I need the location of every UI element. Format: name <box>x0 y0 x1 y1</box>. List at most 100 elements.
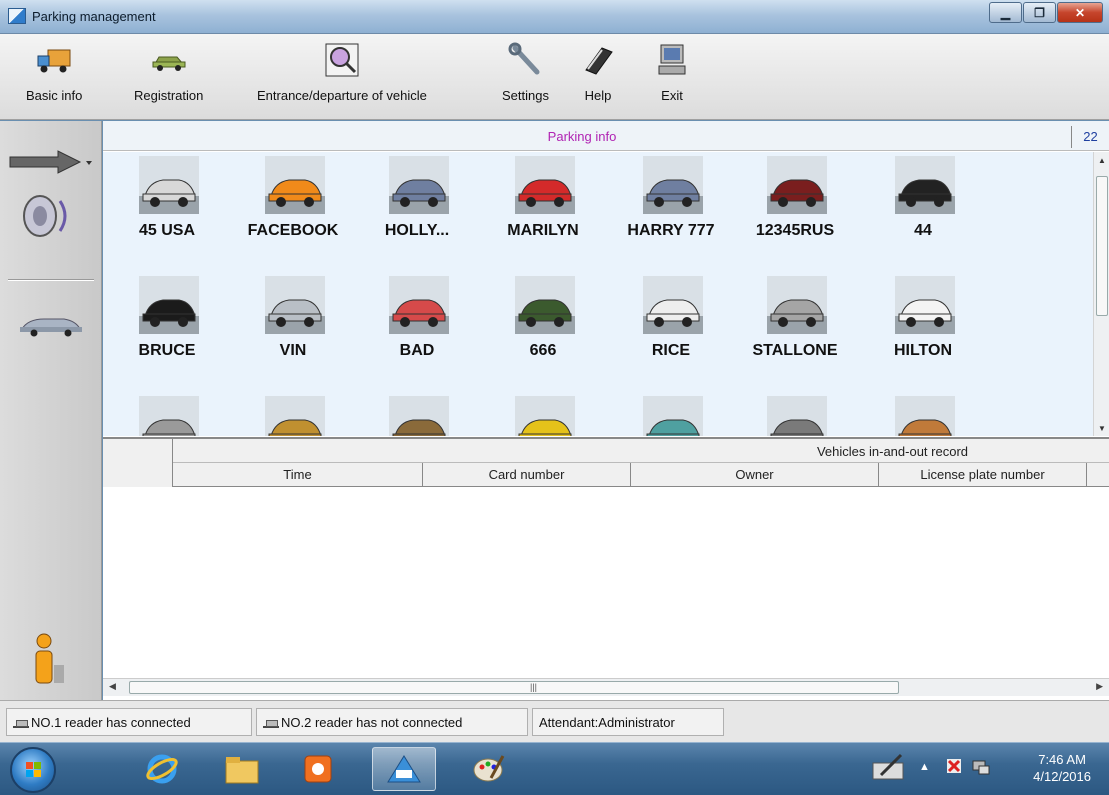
toolbar-entrance-departure-button[interactable]: Entrance/departure of vehicle <box>257 42 427 103</box>
vehicle-label: 666 <box>529 342 557 359</box>
vehicle-card[interactable] <box>233 392 353 436</box>
scroll-left-icon[interactable]: ◀ <box>109 681 116 692</box>
start-orb-icon[interactable] <box>10 747 56 793</box>
arrow-dropdown-icon[interactable] <box>6 147 96 180</box>
internet-explorer-icon[interactable] <box>130 747 194 791</box>
toolbar: Basic info Registration Entrance/departu… <box>0 34 1109 120</box>
info-person-icon[interactable] <box>30 631 70 690</box>
vehicle-label: STALLONE <box>752 342 838 359</box>
close-button[interactable]: ✕ <box>1057 2 1103 23</box>
reader2-status-text: NO.2 reader has not connected <box>281 715 463 730</box>
show-hidden-icons-icon[interactable]: ▲ <box>919 761 930 773</box>
vehicle-card[interactable]: 44 <box>863 152 983 252</box>
clock-date: 4/12/2016 <box>1033 769 1091 784</box>
record-table: Vehicles in-and-out record Time Card num… <box>103 437 1109 678</box>
vehicle-label: 12345RUS <box>755 222 835 239</box>
scroll-right-icon[interactable]: ▶ <box>1096 681 1103 692</box>
toolbar-settings-button[interactable]: Settings <box>502 42 549 103</box>
toolbar-label: Help <box>584 88 612 103</box>
toolbar-registration-button[interactable]: Registration <box>134 42 203 103</box>
column-header-owner[interactable]: Owner <box>631 463 879 487</box>
vehicle-label: 45 USA <box>138 222 196 239</box>
maximize-button[interactable]: ❐ <box>1023 2 1056 23</box>
vehicle-card[interactable]: HILTON <box>863 272 983 372</box>
paint-icon[interactable] <box>456 747 520 791</box>
vehicle-label: RICE <box>651 342 691 359</box>
column-header-time[interactable]: Time <box>173 463 423 487</box>
attendant-text: Attendant:Administrator <box>539 715 675 730</box>
car-photo-icon <box>767 156 827 214</box>
car-icon <box>151 42 187 78</box>
title-bar: Parking management ▁ ❐ ✕ <box>0 0 1109 34</box>
vertical-scrollbar[interactable]: ▲ ▼ <box>1093 152 1109 436</box>
file-explorer-icon[interactable] <box>210 747 274 791</box>
vehicle-card[interactable]: HOLLY... <box>357 152 477 252</box>
scroll-thumb[interactable]: ||| <box>129 681 899 694</box>
vehicle-label: HILTON <box>893 342 953 359</box>
vehicle-card[interactable] <box>107 392 227 436</box>
reader1-status: NO.1 reader has connected <box>6 708 252 736</box>
car-photo-icon <box>139 156 199 214</box>
vehicle-card[interactable]: BRUCE <box>107 272 227 372</box>
car-photo-icon <box>265 156 325 214</box>
vehicle-card[interactable]: 12345RUS <box>735 152 855 252</box>
vehicle-card[interactable]: MARILYN <box>483 152 603 252</box>
vehicle-card[interactable]: HARRY 777 <box>611 152 731 252</box>
toolbar-basic-info-button[interactable]: Basic info <box>26 42 82 103</box>
car-photo-icon <box>389 276 449 334</box>
reader1-status-text: NO.1 reader has connected <box>31 715 191 730</box>
vehicle-card[interactable]: BAD <box>357 272 477 372</box>
media-player-icon[interactable] <box>286 747 350 791</box>
car-photo-icon <box>265 396 325 436</box>
horizontal-scrollbar[interactable]: ◀ ||| ▶ <box>103 678 1109 696</box>
network-icon[interactable] <box>971 757 991 780</box>
minimize-button[interactable]: ▁ <box>989 2 1022 23</box>
vehicle-card[interactable]: VIN <box>233 272 353 372</box>
car-photo-icon <box>389 156 449 214</box>
toolbar-label: Settings <box>502 88 549 103</box>
car-photo-icon <box>515 156 575 214</box>
taskbar: ▲ 7:46 AM 4/12/2016 <box>0 742 1109 795</box>
pen-tablet-icon[interactable] <box>871 753 905 786</box>
column-header-license-plate[interactable]: License plate number <box>879 463 1087 487</box>
speaker-icon[interactable] <box>18 191 78 244</box>
scroll-thumb[interactable] <box>1096 176 1108 316</box>
close-icon: ✕ <box>1074 5 1086 20</box>
vehicle-label: HARRY 777 <box>627 222 715 239</box>
car-photo-icon <box>767 396 827 436</box>
vehicle-card[interactable]: FACEBOOK <box>233 152 353 252</box>
vehicle-card[interactable] <box>483 392 603 436</box>
car-photo-icon <box>389 396 449 436</box>
vehicle-label: HOLLY... <box>384 222 450 239</box>
car-photo-icon <box>643 276 703 334</box>
sidebar-divider <box>8 279 94 281</box>
car-icon[interactable] <box>18 313 84 340</box>
toolbar-exit-button[interactable]: Exit <box>654 42 690 103</box>
vehicle-card[interactable]: RICE <box>611 272 731 372</box>
vehicle-card[interactable]: STALLONE <box>735 272 855 372</box>
vehicle-card[interactable]: 45 USA <box>107 152 227 252</box>
toolbar-label: Entrance/departure of vehicle <box>257 88 427 103</box>
maximize-icon: ❐ <box>1034 5 1045 20</box>
vehicle-card[interactable]: 666 <box>483 272 603 372</box>
car-photo-icon <box>265 276 325 334</box>
parking-info-header: Parking info 22 <box>103 121 1109 151</box>
scroll-up-icon[interactable]: ▲ <box>1094 152 1109 168</box>
book-icon <box>580 42 616 78</box>
vehicle-card[interactable] <box>611 392 731 436</box>
action-center-flag-icon[interactable] <box>945 757 963 778</box>
vehicle-card[interactable] <box>735 392 855 436</box>
car-photo-icon <box>767 276 827 334</box>
car-photo-icon <box>895 156 955 214</box>
clock[interactable]: 7:46 AM 4/12/2016 <box>1033 751 1091 785</box>
vehicle-card[interactable] <box>357 392 477 436</box>
magnifier-icon <box>324 42 360 78</box>
column-header-card-number[interactable]: Card number <box>423 463 631 487</box>
scroll-down-icon[interactable]: ▼ <box>1094 420 1109 436</box>
app-icon <box>8 8 26 24</box>
toolbar-label: Exit <box>661 88 683 103</box>
toolbar-help-button[interactable]: Help <box>580 42 616 103</box>
vehicle-card[interactable] <box>863 392 983 436</box>
truck-icon <box>36 42 72 78</box>
parking-app-icon[interactable] <box>372 747 436 791</box>
